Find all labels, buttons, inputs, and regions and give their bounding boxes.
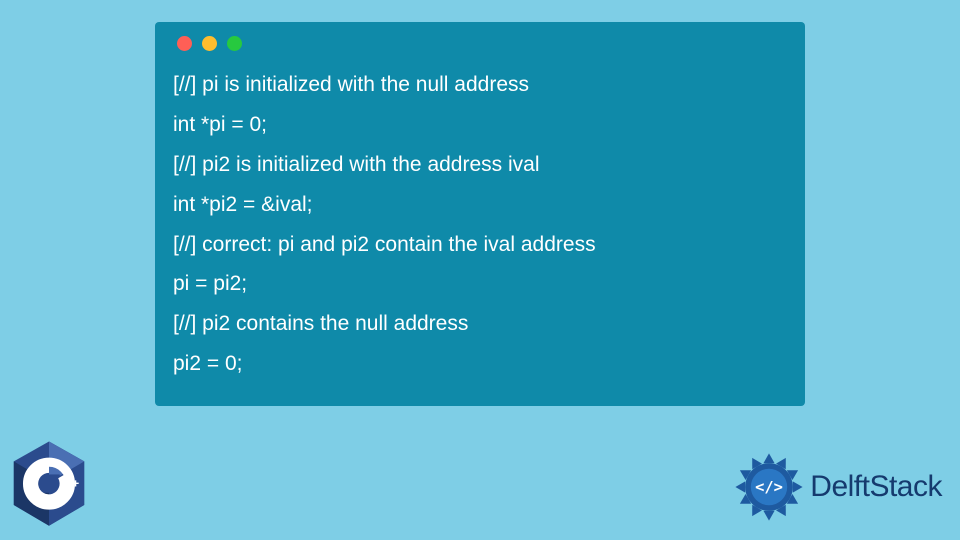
cpp-logo-icon: + + bbox=[10, 440, 88, 528]
code-block: [//] pi is initialized with the null add… bbox=[173, 65, 787, 384]
delftstack-logo: </> DelftStack bbox=[734, 452, 942, 522]
svg-text:</>: </> bbox=[755, 478, 783, 496]
close-dot-icon bbox=[177, 36, 192, 51]
gear-icon: </> bbox=[734, 452, 804, 522]
zoom-dot-icon bbox=[227, 36, 242, 51]
minimize-dot-icon bbox=[202, 36, 217, 51]
svg-text:+: + bbox=[63, 476, 70, 490]
code-window: [//] pi is initialized with the null add… bbox=[155, 22, 805, 406]
delftstack-wordmark: DelftStack bbox=[810, 470, 942, 504]
window-traffic-lights bbox=[177, 36, 787, 51]
svg-text:+: + bbox=[72, 476, 79, 490]
